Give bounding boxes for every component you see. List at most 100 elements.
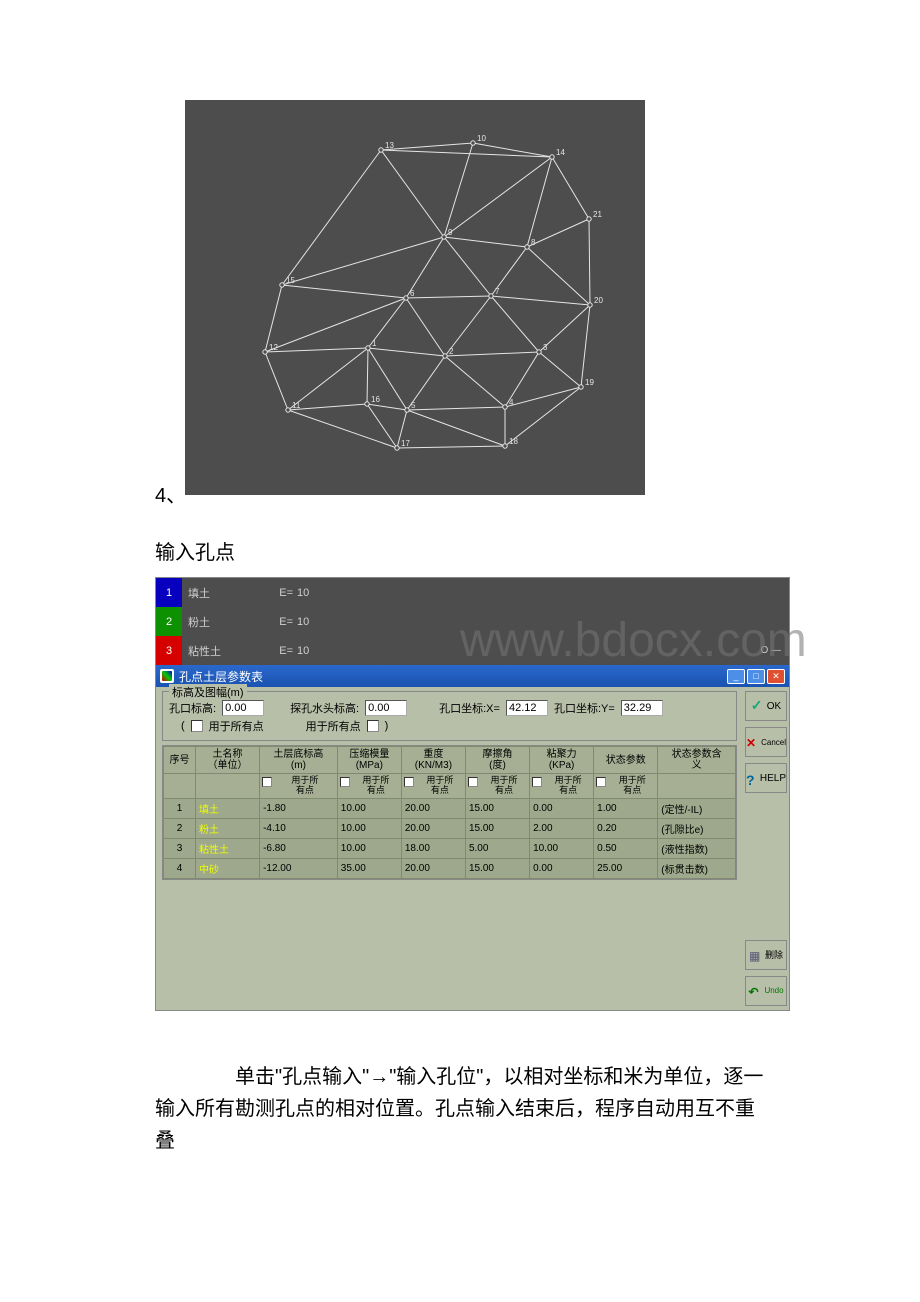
apply-all-left-label: 用于所有点: [209, 718, 264, 734]
table-cell[interactable]: 25.00: [594, 858, 658, 878]
table-cell[interactable]: 0.20: [594, 818, 658, 838]
table-row[interactable]: 3粘性土-6.8010.0018.005.0010.000.50(液性指数): [164, 838, 736, 858]
table-cell[interactable]: (定性/-IL): [658, 798, 736, 818]
minimize-button[interactable]: _: [727, 669, 745, 684]
apply-all-right-label: 用于所有点: [306, 718, 361, 734]
close-button[interactable]: ✕: [767, 669, 785, 684]
table-cell[interactable]: (标贯击数): [658, 858, 736, 878]
table-cell[interactable]: 3: [164, 838, 196, 858]
apply-all-col-checkbox[interactable]: [468, 777, 478, 787]
apply-all-col-checkbox[interactable]: [532, 777, 542, 787]
table-cell[interactable]: 粘性土: [196, 838, 260, 858]
legend-idx-1[interactable]: 1: [156, 578, 182, 607]
col-header: 压缩模量(MPa): [337, 747, 401, 774]
table-cell[interactable]: 粉土: [196, 818, 260, 838]
maximize-button[interactable]: □: [747, 669, 765, 684]
sub-header: [658, 774, 736, 799]
fieldset-legend: 标高及图幅(m): [169, 684, 247, 700]
table-cell[interactable]: 20.00: [401, 818, 465, 838]
apply-all-right-checkbox[interactable]: [367, 720, 379, 732]
apply-all-left-paren: (: [181, 720, 185, 732]
elev-input[interactable]: [222, 700, 264, 716]
table-cell[interactable]: 中砂: [196, 858, 260, 878]
svg-text:13: 13: [385, 141, 394, 150]
explanation-text: 单击"孔点输入"→"输入孔位"，以相对坐标和米为单位，逐一输入所有勘测孔点的相对…: [155, 1061, 765, 1157]
table-cell[interactable]: 0.50: [594, 838, 658, 858]
table-cell[interactable]: -1.80: [260, 798, 338, 818]
titlebar[interactable]: 孔点土层参数表 _ □ ✕: [156, 665, 789, 687]
col-header: 状态参数含义: [658, 747, 736, 774]
apply-all-col-checkbox[interactable]: [404, 777, 414, 787]
sub-header: 用于所有点: [465, 774, 529, 799]
sub-header: 用于所有点: [401, 774, 465, 799]
svg-text:19: 19: [585, 378, 594, 387]
table-cell[interactable]: 35.00: [337, 858, 401, 878]
coord-y-input[interactable]: [621, 700, 663, 716]
mesh-plot: 123456789101112131415161718192021: [185, 100, 645, 495]
undo-button[interactable]: Undo: [745, 976, 787, 1006]
table-cell[interactable]: 15.00: [465, 858, 529, 878]
mesh-svg: 123456789101112131415161718192021: [185, 100, 645, 495]
table-cell[interactable]: 15.00: [465, 818, 529, 838]
table-row[interactable]: 2粉土-4.1010.0020.0015.002.000.20(孔隙比e): [164, 818, 736, 838]
table-cell[interactable]: 10.00: [337, 838, 401, 858]
table-cell[interactable]: (孔隙比e): [658, 818, 736, 838]
table-cell[interactable]: 10.00: [530, 838, 594, 858]
apply-all-left-checkbox[interactable]: [191, 720, 203, 732]
water-input[interactable]: [365, 700, 407, 716]
table-cell[interactable]: 10.00: [337, 818, 401, 838]
svg-text:21: 21: [593, 210, 602, 219]
x-icon: [746, 736, 759, 748]
apply-all-col-checkbox[interactable]: [596, 777, 606, 787]
delete-icon: [749, 949, 763, 961]
legend-idx-3[interactable]: 3: [156, 636, 182, 665]
soil-legend: 1 填土 E= 10 2 粉土 E= 10 3 粘性土 E= 10 O —: [156, 578, 789, 665]
table-cell[interactable]: 20.00: [401, 858, 465, 878]
svg-text:2: 2: [449, 347, 454, 356]
table-cell[interactable]: 1: [164, 798, 196, 818]
cancel-button[interactable]: Cancel: [745, 727, 787, 757]
section-title: 输入孔点: [155, 536, 765, 565]
svg-text:8: 8: [531, 238, 536, 247]
table-cell[interactable]: 18.00: [401, 838, 465, 858]
help-icon: [746, 772, 758, 784]
table-cell[interactable]: 0.00: [530, 798, 594, 818]
table-cell[interactable]: -6.80: [260, 838, 338, 858]
col-header: 摩擦角(度): [465, 747, 529, 774]
water-label: 探孔水头标高:: [290, 700, 359, 716]
legend-name-3: 粘性土: [182, 643, 252, 659]
coord-y-label: 孔口坐标:Y=: [554, 700, 615, 716]
svg-text:14: 14: [556, 148, 565, 157]
table-cell[interactable]: 20.00: [401, 798, 465, 818]
table-cell[interactable]: -4.10: [260, 818, 338, 838]
svg-text:1: 1: [372, 339, 377, 348]
coord-x-input[interactable]: [506, 700, 548, 716]
table-cell[interactable]: (液性指数): [658, 838, 736, 858]
legend-val-3: 10: [297, 645, 337, 657]
table-cell[interactable]: -12.00: [260, 858, 338, 878]
table-cell[interactable]: 填土: [196, 798, 260, 818]
table-cell[interactable]: 10.00: [337, 798, 401, 818]
legend-e-3: E=: [252, 645, 297, 657]
table-cell[interactable]: 2: [164, 818, 196, 838]
app-window: 1 填土 E= 10 2 粉土 E= 10 3 粘性土 E= 10 O — 孔点…: [155, 577, 790, 1011]
table-cell[interactable]: 4: [164, 858, 196, 878]
table-row[interactable]: 1填土-1.8010.0020.0015.000.001.00(定性/-IL): [164, 798, 736, 818]
table-cell[interactable]: 5.00: [465, 838, 529, 858]
delete-button[interactable]: 删除: [745, 940, 787, 970]
sub-header: [164, 774, 196, 799]
apply-all-col-checkbox[interactable]: [340, 777, 350, 787]
ok-button[interactable]: OK: [745, 691, 787, 721]
table-cell[interactable]: 0.00: [530, 858, 594, 878]
table-cell[interactable]: 2.00: [530, 818, 594, 838]
help-button[interactable]: HELP: [745, 763, 787, 793]
table-cell[interactable]: 15.00: [465, 798, 529, 818]
apply-all-col-checkbox[interactable]: [262, 777, 272, 787]
svg-text:7: 7: [495, 287, 500, 296]
table-row[interactable]: 4中砂-12.0035.0020.0015.000.0025.00(标贯击数): [164, 858, 736, 878]
legend-idx-2[interactable]: 2: [156, 607, 182, 636]
legend-val-1: 10: [297, 587, 337, 599]
svg-text:3: 3: [543, 343, 548, 352]
table-cell[interactable]: 1.00: [594, 798, 658, 818]
svg-text:4: 4: [509, 398, 514, 407]
